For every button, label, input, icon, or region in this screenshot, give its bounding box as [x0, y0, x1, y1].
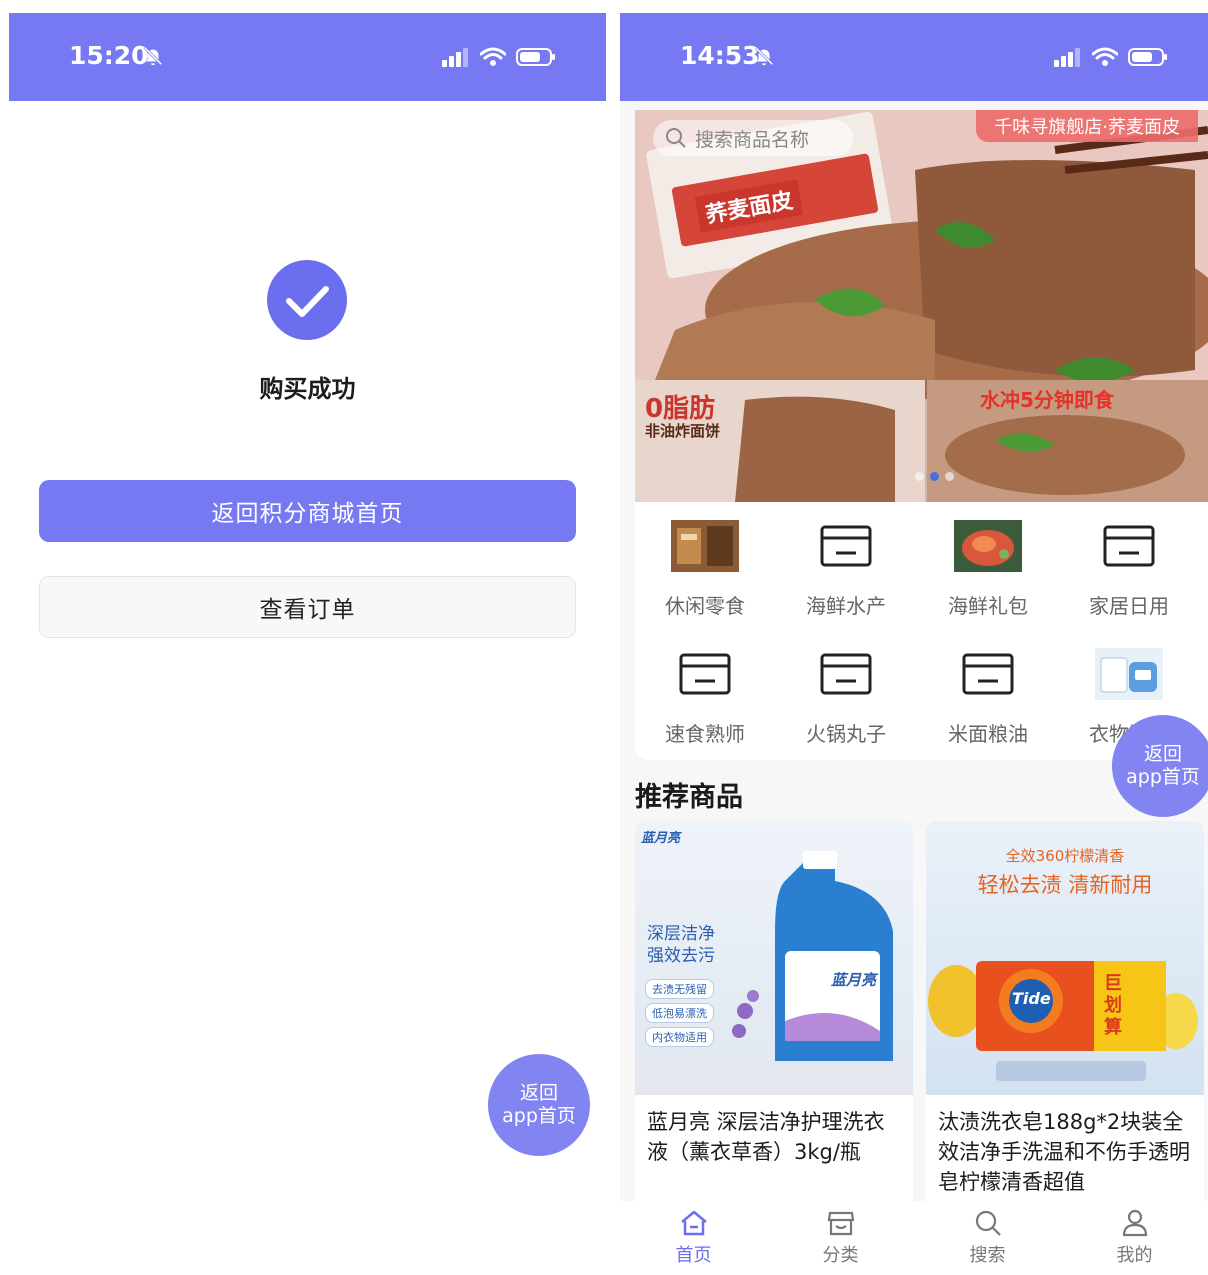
banner-fat-subtag: 非油炸面饼	[645, 422, 721, 440]
banner-pagination	[915, 472, 954, 481]
signal-icon	[442, 48, 468, 67]
product-subline: 全效360柠檬清香	[1005, 847, 1125, 865]
float-button-line1: 返回	[1143, 743, 1182, 765]
tab-label: 我的	[1116, 1245, 1153, 1266]
purchase-success-screen: 15:20 购买成功 返回积分商城首页 查看订单 返回 app首页	[9, 13, 606, 1275]
mute-bell-icon	[143, 46, 163, 66]
tab-search[interactable]: 搜索	[914, 1201, 1061, 1275]
product-chip: 内衣物适用	[645, 1027, 714, 1047]
product-image: 蓝月亮 蓝月亮 深层洁净 强效去污 去渍无残留 低泡易漂洗 内衣物适用	[635, 821, 913, 1095]
category-seafood-gift[interactable]: 海鲜礼包	[918, 520, 1058, 619]
mall-home-screen: 14:53 搜索商品名称 千味寻旗舰店·荞麦面皮 荞麦面皮 0脂肪 非油炸面饼 …	[620, 13, 1208, 1275]
signal-icon	[1054, 48, 1080, 67]
seafood-photo	[954, 520, 1022, 572]
home-icon	[680, 1210, 707, 1236]
search-placeholder: 搜索商品名称	[695, 128, 810, 151]
battery-icon	[516, 48, 555, 66]
category-grain-oil[interactable]: 米面粮油	[918, 648, 1058, 747]
bottom-tabbar: 首页 分类 搜索 我的	[620, 1201, 1208, 1275]
check-circle-icon	[267, 260, 347, 340]
category-label: 休闲零食	[665, 594, 745, 618]
status-time: 15:20	[69, 41, 149, 70]
product-name: 蓝月亮 深层洁净护理洗衣液（薰衣草香）3kg/瓶	[647, 1110, 885, 1164]
tab-category[interactable]: 分类	[767, 1201, 914, 1275]
category-instant-food[interactable]: 速食熟师	[635, 648, 775, 747]
product-card[interactable]: 蓝月亮 蓝月亮 深层洁净 强效去污 去渍无残留 低泡易漂洗 内衣物适用 蓝月亮 …	[635, 821, 913, 1211]
product-name: 汰渍洗衣皂188g*2块装全效洁净手洗温和不伤手透明皂柠檬清香超值	[938, 1110, 1190, 1194]
product-headline: 轻松去渍 清新耐用	[977, 873, 1153, 897]
category-grid: 休闲零食 海鲜水产 海鲜礼包 家居日用 速食熟师 火锅丸子 米面粮油	[635, 502, 1208, 760]
recommended-section-title: 推荐商品	[635, 782, 743, 813]
category-household[interactable]: 家居日用	[1059, 520, 1199, 619]
placeholder-image-icon	[671, 648, 739, 700]
product-chip: 去渍无残留	[645, 979, 714, 999]
search-icon	[975, 1210, 1001, 1236]
tab-home[interactable]: 首页	[620, 1201, 767, 1275]
search-icon	[666, 128, 686, 148]
mute-bell-icon	[754, 46, 774, 66]
tab-profile[interactable]: 我的	[1061, 1201, 1208, 1275]
category-label: 米面粮油	[948, 722, 1028, 746]
float-button-line2: app首页	[1126, 766, 1200, 788]
category-label: 速食熟师	[665, 722, 745, 746]
banner-dot-active	[930, 472, 939, 481]
battery-icon	[1128, 48, 1167, 66]
banner-quick-tag: 水冲5分钟即食	[980, 388, 1114, 412]
category-label: 海鲜礼包	[948, 594, 1028, 618]
search-input[interactable]: 搜索商品名称	[653, 120, 853, 156]
product-brand-logo: 蓝月亮	[641, 831, 681, 846]
product-brand-logo: Tide	[1012, 989, 1051, 1008]
placeholder-image-icon	[954, 648, 1022, 700]
tab-label: 分类	[822, 1245, 859, 1266]
back-to-app-home-button[interactable]: 返回 app首页	[488, 1054, 590, 1156]
placeholder-image-icon	[812, 648, 880, 700]
wifi-icon	[1092, 47, 1118, 66]
float-button-line2: app首页	[502, 1105, 576, 1127]
category-label: 海鲜水产	[806, 594, 886, 618]
status-bar: 14:53	[620, 13, 1208, 101]
tab-label: 搜索	[969, 1245, 1006, 1266]
user-icon	[1122, 1209, 1147, 1237]
product-chip: 低泡易漂洗	[645, 1003, 714, 1023]
promo-banner[interactable]: 搜索商品名称 千味寻旗舰店·荞麦面皮 荞麦面皮 0脂肪 非油炸面饼 水冲5分钟即…	[635, 110, 1208, 502]
banner-image	[635, 110, 1208, 502]
back-to-app-home-button[interactable]: 返回 app首页	[1112, 715, 1208, 817]
status-time: 14:53	[680, 41, 760, 70]
wifi-icon	[480, 47, 506, 66]
placeholder-image-icon	[812, 520, 880, 572]
float-button-line1: 返回	[519, 1082, 558, 1104]
category-label: 火锅丸子	[806, 722, 886, 746]
product-image: 全效360柠檬清香 轻松去渍 清新耐用 Tide 巨划算	[926, 821, 1204, 1095]
status-bar: 15:20	[9, 13, 606, 101]
tab-label: 首页	[675, 1245, 712, 1266]
back-to-points-mall-button[interactable]: 返回积分商城首页	[39, 480, 576, 542]
category-hotpot[interactable]: 火锅丸子	[776, 648, 916, 747]
snack-photo	[671, 520, 739, 572]
category-label: 家居日用	[1089, 594, 1169, 618]
detergent-photo	[1095, 648, 1163, 700]
placeholder-image-icon	[1095, 520, 1163, 572]
view-order-button[interactable]: 查看订单	[39, 576, 576, 638]
category-snacks[interactable]: 休闲零食	[635, 520, 775, 619]
banner-dot	[915, 472, 924, 481]
product-card[interactable]: 全效360柠檬清香 轻松去渍 清新耐用 Tide 巨划算 汰渍洗衣皂188g*2…	[926, 821, 1204, 1211]
product-headline: 强效去污	[647, 946, 715, 966]
product-badge: 巨划算	[1104, 973, 1122, 1038]
banner-dot	[945, 472, 954, 481]
success-title: 购买成功	[259, 375, 356, 403]
store-icon	[827, 1211, 854, 1236]
bottle-brand: 蓝月亮	[831, 971, 877, 989]
banner-store-label: 千味寻旗舰店·荞麦面皮	[976, 110, 1198, 142]
category-seafood[interactable]: 海鲜水产	[776, 520, 916, 619]
